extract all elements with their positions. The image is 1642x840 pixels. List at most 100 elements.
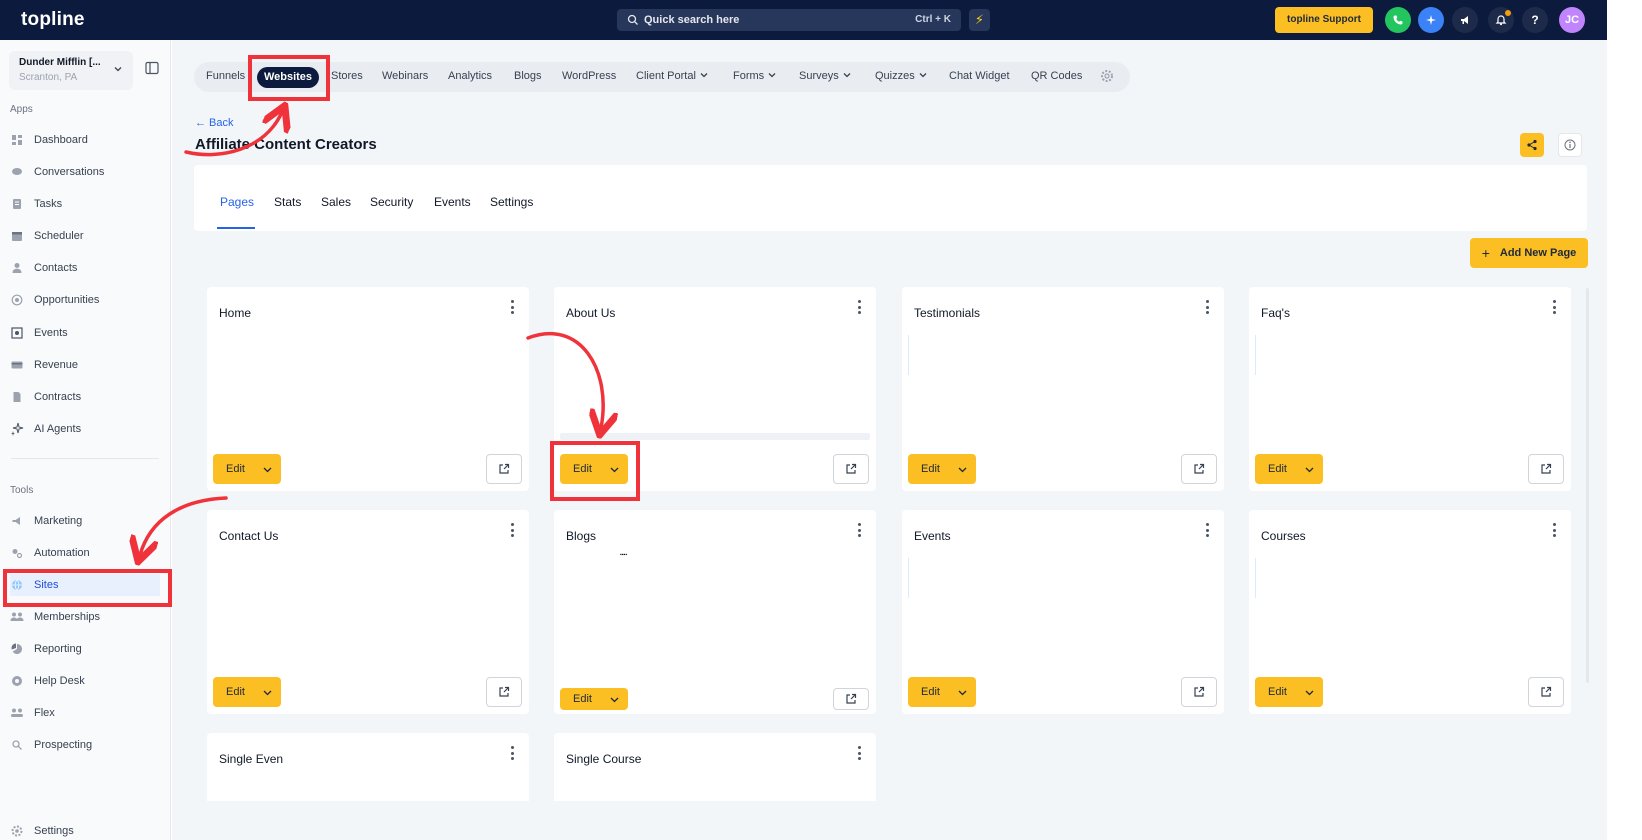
edit-button[interactable]: Edit [213, 454, 281, 484]
open-external-button[interactable] [1528, 677, 1564, 707]
sidebar-item-conversations[interactable]: Conversations [10, 161, 160, 183]
phone-icon[interactable] [1385, 7, 1411, 33]
page-card-events[interactable]: Events Edit [902, 510, 1224, 714]
open-external-button[interactable] [1181, 677, 1217, 707]
app-logo[interactable]: topline [21, 9, 85, 31]
sidebar-item-revenue[interactable]: Revenue [10, 354, 160, 376]
subnav-quizzes[interactable]: Quizzes [875, 70, 927, 82]
lightning-icon[interactable]: ⚡ [969, 9, 990, 31]
open-external-button[interactable] [833, 688, 869, 710]
open-external-button[interactable] [833, 454, 869, 484]
sidebar-item-contracts[interactable]: Contracts [10, 386, 160, 408]
card-title: Events [914, 529, 951, 543]
back-link[interactable]: ← Back [195, 117, 234, 129]
page-card-single-course[interactable]: Single Course [554, 733, 876, 801]
sidebar-item-settings[interactable]: Settings [10, 820, 160, 840]
edit-button[interactable]: Edit [908, 677, 976, 707]
tab-sales[interactable]: Sales [321, 195, 351, 209]
sparkles-icon [10, 422, 24, 436]
share-button[interactable] [1520, 133, 1544, 157]
more-options-icon[interactable] [509, 746, 515, 760]
subnav-chat-widget[interactable]: Chat Widget [949, 70, 1010, 82]
more-options-icon[interactable] [856, 300, 862, 314]
megaphone-icon[interactable] [1452, 7, 1478, 33]
sidebar-divider [11, 458, 159, 459]
subnav-funnels[interactable]: Funnels [206, 70, 245, 82]
edit-button[interactable]: Edit [908, 454, 976, 484]
ai-sparkle-icon[interactable] [1418, 7, 1444, 33]
sidebar-item-prospecting[interactable]: Prospecting [10, 734, 160, 756]
subnav-webinars[interactable]: Webinars [382, 70, 428, 82]
subnav-client-portal[interactable]: Client Portal [636, 70, 708, 82]
page-card-single-even[interactable]: Single Even [207, 733, 529, 801]
tab-events[interactable]: Events [434, 195, 471, 209]
more-options-icon[interactable] [1551, 523, 1557, 537]
open-external-button[interactable] [486, 677, 522, 707]
support-button[interactable]: topline Support [1275, 7, 1373, 33]
subnav-qr-codes[interactable]: QR Codes [1031, 70, 1082, 82]
tab-stats[interactable]: Stats [274, 195, 301, 209]
sidebar-item-dashboard[interactable]: Dashboard [10, 129, 160, 151]
sidebar-item-flex[interactable]: Flex [10, 702, 160, 724]
more-options-icon[interactable] [509, 523, 515, 537]
edit-button[interactable]: Edit [560, 688, 628, 710]
subnav-surveys[interactable]: Surveys [799, 70, 851, 82]
edit-label: Edit [226, 463, 245, 475]
more-options-icon[interactable] [856, 746, 862, 760]
info-button[interactable] [1558, 133, 1582, 157]
subnav-stores[interactable]: Stores [331, 70, 363, 82]
sidebar-item-events[interactable]: Events [10, 322, 160, 344]
sidebar-item-tasks[interactable]: Tasks [10, 193, 160, 215]
open-external-button[interactable] [486, 454, 522, 484]
sidebar-item-memberships[interactable]: Memberships [10, 606, 160, 628]
tab-pages[interactable]: Pages [220, 195, 254, 209]
more-options-icon[interactable] [856, 523, 862, 537]
search-shortcut: Ctrl + K [915, 14, 951, 25]
open-external-button[interactable] [1181, 454, 1217, 484]
page-card-testimonials[interactable]: Testimonials Edit [902, 287, 1224, 491]
more-options-icon[interactable] [509, 300, 515, 314]
pie-chart-icon [10, 642, 24, 656]
sidebar-item-help-desk[interactable]: Help Desk [10, 670, 160, 692]
subnav-wordpress[interactable]: WordPress [562, 70, 616, 82]
page-card-faqs[interactable]: Faq's Edit [1249, 287, 1571, 491]
page-card-home[interactable]: Home Edit [207, 287, 529, 491]
help-icon[interactable]: ? [1522, 7, 1548, 33]
subnav-label: Quizzes [875, 70, 915, 82]
quick-search-input[interactable]: Quick search here Ctrl + K [617, 9, 961, 31]
edit-button[interactable]: Edit [1255, 677, 1323, 707]
bell-icon[interactable] [1488, 7, 1514, 33]
user-avatar[interactable]: JC [1559, 7, 1585, 33]
sidebar-item-opportunities[interactable]: Opportunities [10, 289, 160, 311]
scrollbar[interactable] [1586, 288, 1589, 683]
chevron-down-icon [263, 690, 272, 696]
sidebar-item-reporting[interactable]: Reporting [10, 638, 160, 660]
more-options-icon[interactable] [1204, 300, 1210, 314]
edit-button[interactable]: Edit [1255, 454, 1323, 484]
sidebar-item-scheduler[interactable]: Scheduler [10, 225, 160, 247]
sidebar-item-marketing[interactable]: Marketing [10, 510, 160, 532]
more-options-icon[interactable] [1551, 300, 1557, 314]
open-external-button[interactable] [1528, 454, 1564, 484]
gear-icon[interactable] [1100, 69, 1114, 83]
tab-security[interactable]: Security [370, 195, 413, 209]
card-title: Single Course [566, 752, 642, 766]
more-options-icon[interactable] [1204, 523, 1210, 537]
card-title: Blogs [566, 529, 597, 543]
subnav-analytics[interactable]: Analytics [448, 70, 492, 82]
sidebar-collapse-icon[interactable] [145, 61, 159, 75]
sidebar-item-contacts[interactable]: Contacts [10, 257, 160, 279]
page-thumbnail [1255, 335, 1256, 375]
page-card-contact-us[interactable]: Contact Us Edit [207, 510, 529, 714]
sidebar-item-label: Contacts [34, 262, 78, 274]
page-card-courses[interactable]: Courses Edit [1249, 510, 1571, 714]
tab-settings[interactable]: Settings [490, 195, 533, 209]
sidebar-item-automation[interactable]: Automation [10, 542, 160, 564]
sidebar-item-ai-agents[interactable]: AI Agents [10, 418, 160, 440]
page-card-blogs[interactable]: Blogs ▪▪▪▪ Edit [554, 510, 876, 714]
edit-button[interactable]: Edit [213, 677, 281, 707]
account-switcher[interactable]: Dunder Mifflin [... Scranton, PA [9, 51, 133, 90]
subnav-blogs[interactable]: Blogs [514, 70, 542, 82]
subnav-forms[interactable]: Forms [733, 70, 776, 82]
add-new-page-button[interactable]: + Add New Page [1470, 238, 1588, 268]
